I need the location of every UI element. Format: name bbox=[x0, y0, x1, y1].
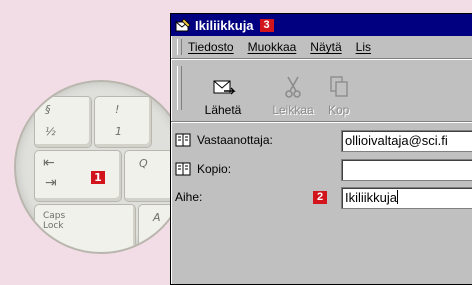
key-a-label: A bbox=[153, 211, 161, 224]
toolbar-grip[interactable] bbox=[177, 66, 182, 110]
key-section: § ½ bbox=[34, 96, 92, 148]
cc-row: Kopio: bbox=[175, 159, 472, 181]
subject-label: Aihe: 2 bbox=[175, 190, 343, 204]
key-caps-lock: Caps Lock bbox=[34, 204, 136, 252]
subject-value: Ikiliikkuja bbox=[345, 190, 398, 205]
menu-nayta[interactable]: Näytä bbox=[310, 40, 341, 54]
cut-label: Leikkaa bbox=[272, 103, 314, 117]
key-1: ! 1 bbox=[94, 96, 152, 148]
key-section-bottom: ½ bbox=[45, 125, 56, 138]
copy-label: Kop bbox=[328, 103, 350, 117]
cc-field[interactable] bbox=[341, 159, 472, 181]
send-label: Lähetä bbox=[204, 103, 242, 117]
menu-grip[interactable] bbox=[177, 39, 182, 55]
key-1-bottom: 1 bbox=[115, 125, 122, 138]
key-tab-top: ⇤ bbox=[43, 155, 55, 171]
send-icon bbox=[213, 80, 236, 95]
menu-bar: Tiedosto Muokkaa Näytä Lis bbox=[171, 36, 472, 59]
to-label[interactable]: Vastaanottaja: bbox=[175, 133, 343, 147]
callout-2: 2 bbox=[313, 190, 327, 204]
to-field[interactable]: ollioivaltaja@sci.fi bbox=[341, 130, 472, 152]
subject-field[interactable]: Ikiliikkuja bbox=[341, 187, 472, 209]
cc-label-text: Kopio: bbox=[197, 162, 232, 176]
cc-label[interactable]: Kopio: bbox=[175, 162, 343, 176]
to-row: Vastaanottaja: ollioivaltaja@sci.fi bbox=[175, 130, 472, 152]
to-label-text: Vastaanottaja: bbox=[197, 133, 273, 147]
envelope-pencil-icon bbox=[175, 18, 191, 32]
scissors-icon bbox=[285, 76, 301, 98]
key-section-top: § bbox=[45, 103, 51, 116]
subject-row: Aihe: 2 Ikiliikkuja bbox=[175, 187, 472, 209]
window-title: Ikiliikkuja bbox=[195, 17, 254, 33]
address-book-icon bbox=[175, 162, 191, 176]
keyboard-magnifier: § ½ ! 1 ⇤ ⇥ 1 Q Caps Lock A bbox=[14, 80, 188, 254]
subject-label-text: Aihe: bbox=[175, 190, 203, 204]
key-1-top: ! bbox=[115, 103, 120, 116]
menu-lisaa[interactable]: Lis bbox=[356, 40, 371, 54]
menu-tiedosto[interactable]: Tiedosto bbox=[188, 40, 234, 54]
toolbar: Lähetä Leikkaa Kop bbox=[171, 59, 472, 122]
key-tab-bottom: ⇥ bbox=[45, 175, 57, 191]
copy-button[interactable]: Kop bbox=[328, 75, 368, 117]
text-caret bbox=[397, 190, 399, 204]
key-tab: ⇤ ⇥ 1 bbox=[34, 150, 122, 202]
cut-button[interactable]: Leikkaa bbox=[258, 75, 328, 117]
address-book-icon bbox=[175, 133, 191, 147]
title-bar: Ikiliikkuja 3 bbox=[171, 14, 472, 36]
callout-1: 1 bbox=[91, 171, 105, 184]
key-q-label: Q bbox=[139, 157, 148, 170]
compose-window: Ikiliikkuja 3 Tiedosto Muokkaa Näytä Lis… bbox=[170, 13, 472, 285]
key-caps-label: Caps Lock bbox=[43, 211, 66, 231]
copy-icon bbox=[330, 76, 348, 97]
menu-muokkaa[interactable]: Muokkaa bbox=[248, 40, 297, 54]
send-button[interactable]: Lähetä bbox=[188, 77, 258, 117]
callout-3: 3 bbox=[259, 18, 274, 32]
